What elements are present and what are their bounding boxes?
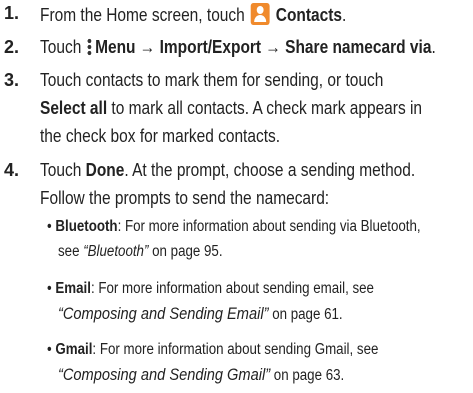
- step-number: 2.: [4, 37, 20, 57]
- step-3-line-3: the check box for marked contacts.: [40, 126, 281, 146]
- bullet-line-1: • Email: For more information about send…: [47, 280, 374, 297]
- bullet-line-2: “Composing and Sending Gmail” on page 63…: [58, 365, 345, 385]
- step-2-line: Touch Menu → Import/Export → Share namec…: [40, 37, 436, 57]
- step-4-line-2: Follow the prompts to send the namecard:: [40, 188, 330, 208]
- bullet-line-1: • Gmail: For more information about send…: [47, 341, 379, 358]
- menu-icon: [87, 38, 92, 56]
- contacts-icon: [250, 3, 270, 25]
- step-number: 4.: [4, 160, 20, 180]
- step-number: 1.: [4, 3, 20, 23]
- cross-reference-link[interactable]: “Composing and Sending Email”: [58, 304, 268, 323]
- bullet-line-2: see “Bluetooth” on page 95.: [58, 243, 223, 260]
- step-1-line: From the Home screen, touch Contacts.: [40, 3, 347, 25]
- step-4-line-1: Touch Done. At the prompt, choose a send…: [40, 160, 416, 180]
- bullet-line-1: • Bluetooth: For more information about …: [47, 218, 421, 235]
- cross-reference-link[interactable]: “Bluetooth”: [83, 243, 148, 260]
- cross-reference-link[interactable]: “Composing and Sending Gmail”: [58, 365, 270, 384]
- step-3-line-2: Select all to mark all contacts. A check…: [40, 98, 423, 118]
- step-3-line-1: Touch contacts to mark them for sending,…: [40, 70, 384, 90]
- bullet-line-2: “Composing and Sending Email” on page 61…: [58, 304, 343, 324]
- step-number: 3.: [4, 70, 20, 90]
